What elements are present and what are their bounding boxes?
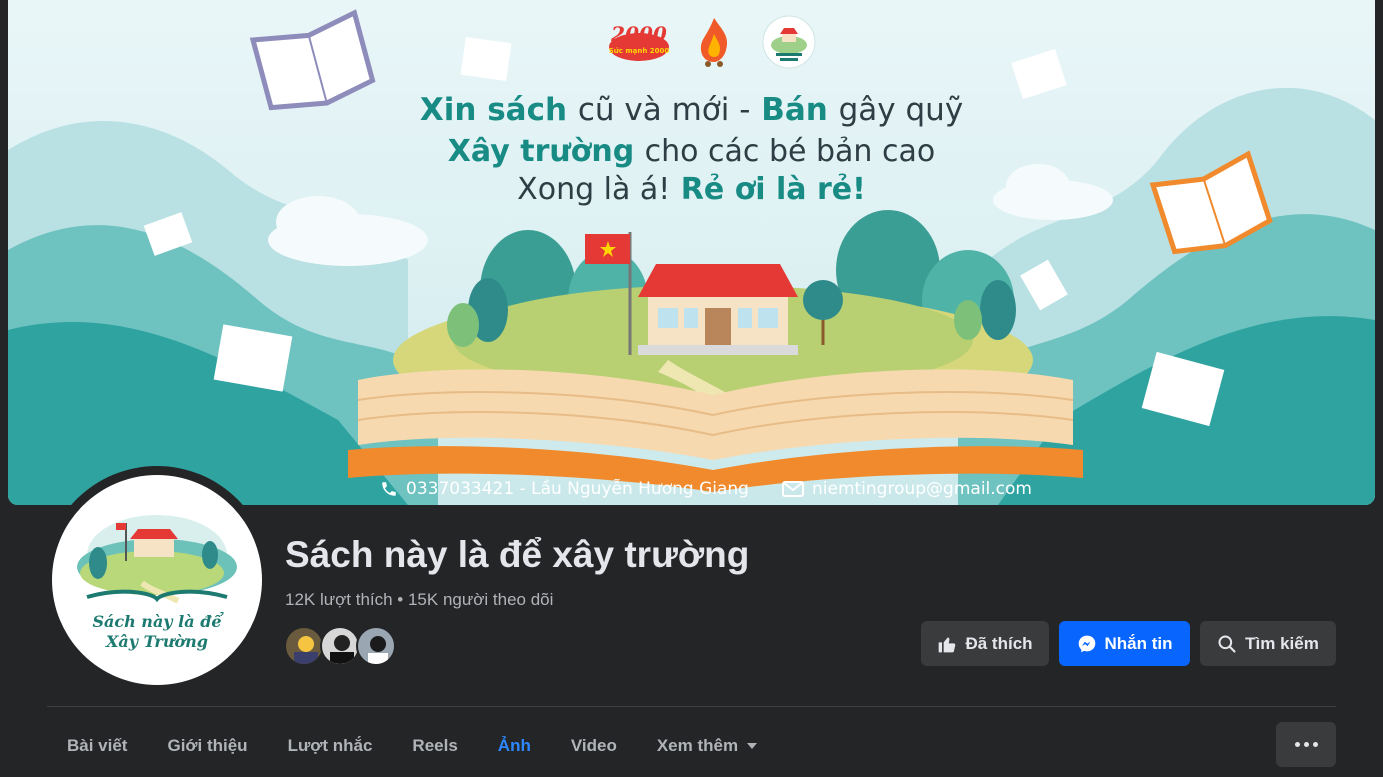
liked-button-label: Đã thích <box>965 633 1033 653</box>
phone-icon <box>382 482 396 496</box>
search-button-label: Tìm kiếm <box>1245 633 1319 653</box>
cover-email-text: niemtingroup@gmail.com <box>812 479 1032 499</box>
cover-headline-1a: Xin sách <box>419 92 568 128</box>
cover-email: niemtingroup@gmail.com <box>782 479 1032 499</box>
logo-2000-caption: Sức mạnh 2000 <box>609 47 670 55</box>
cover-headline-1c: Bán <box>761 92 828 128</box>
messenger-icon <box>1078 635 1095 652</box>
cover-headline-2a: Xây trường <box>447 134 635 169</box>
cover-headline-1b: cũ và mới - <box>577 92 751 128</box>
tab-about[interactable]: Giới thiệu <box>147 720 267 772</box>
tab-see-more[interactable]: Xem thêm <box>637 720 778 772</box>
cover-illustration <box>8 9 1375 505</box>
cover-headline-2b: cho các bé bản cao <box>644 134 936 169</box>
friend-avatar[interactable] <box>356 626 396 666</box>
tab-label: Giới thiệu <box>167 736 248 755</box>
page-title: Sách này là để xây trường <box>285 534 750 575</box>
tab-photos[interactable]: Ảnh <box>478 720 551 772</box>
logo-school-badge <box>760 14 818 70</box>
caret-down-icon <box>747 743 758 749</box>
cover-phone-text: 0337033421 - Lầu Nguyễn Hương Giang <box>406 479 749 499</box>
cover-headline-3a: Xong là á! <box>517 172 671 207</box>
logo-flame-icon <box>692 14 736 70</box>
logo-2000-number: 2000 <box>610 22 667 46</box>
logo-2000-badge: 2000 Sức mạnh 2000 <box>606 14 672 70</box>
more-options-button[interactable] <box>1276 722 1336 767</box>
tab-posts[interactable]: Bài viết <box>47 720 147 772</box>
cover-photo[interactable]: 2000 Sức mạnh 2000 Xin sách cũ và mới - … <box>8 0 1375 505</box>
cover-phone: 0337033421 - Lầu Nguyễn Hương Giang <box>380 479 749 499</box>
search-button[interactable]: Tìm kiếm <box>1200 621 1336 666</box>
tab-videos[interactable]: Video <box>551 720 637 772</box>
tab-mentions[interactable]: Lượt nhắc <box>268 720 393 772</box>
cover-headline-1d: gây quỹ <box>838 92 964 128</box>
tab-label: Video <box>570 736 617 755</box>
cover-headline-2: Xây trường cho các bé bản cao <box>8 134 1375 169</box>
avatar-text-2: Xây Trường <box>106 632 208 651</box>
friend-avatar[interactable] <box>284 626 324 666</box>
message-button-label: Nhắn tin <box>1104 633 1173 653</box>
page-tabs: Bài viết Giới thiệu Lượt nhắc Reels Ảnh … <box>47 720 778 772</box>
page-avatar[interactable]: Sách này là để Xây Trường <box>52 475 262 685</box>
mail-icon <box>782 481 804 497</box>
cover-headline-3: Xong là á! Rẻ ơi là rẻ! <box>8 172 1375 207</box>
thumbs-up-icon <box>939 636 956 652</box>
search-icon <box>1218 635 1236 653</box>
liked-button[interactable]: Đã thích <box>921 621 1049 666</box>
more-horizontal-icon <box>1294 742 1318 747</box>
cover-headline-3b: Rẻ ơi là rẻ! <box>680 172 866 207</box>
tab-reels[interactable]: Reels <box>392 720 477 772</box>
profile-divider <box>47 706 1336 707</box>
tab-label: Lượt nhắc <box>287 736 373 755</box>
page-stats[interactable]: 12K lượt thích • 15K người theo dõi <box>285 590 553 610</box>
cover-headline-1: Xin sách cũ và mới - Bán gây quỹ <box>8 92 1375 128</box>
tab-label: Bài viết <box>67 736 128 755</box>
tab-label: Xem thêm <box>656 736 739 755</box>
tab-label: Ảnh <box>497 736 531 755</box>
friend-avatar[interactable] <box>320 626 360 666</box>
avatar-text-1: Sách này là để <box>92 612 222 631</box>
avatar-illustration <box>77 515 237 604</box>
tab-label: Reels <box>412 736 458 755</box>
message-button[interactable]: Nhắn tin <box>1059 621 1190 666</box>
